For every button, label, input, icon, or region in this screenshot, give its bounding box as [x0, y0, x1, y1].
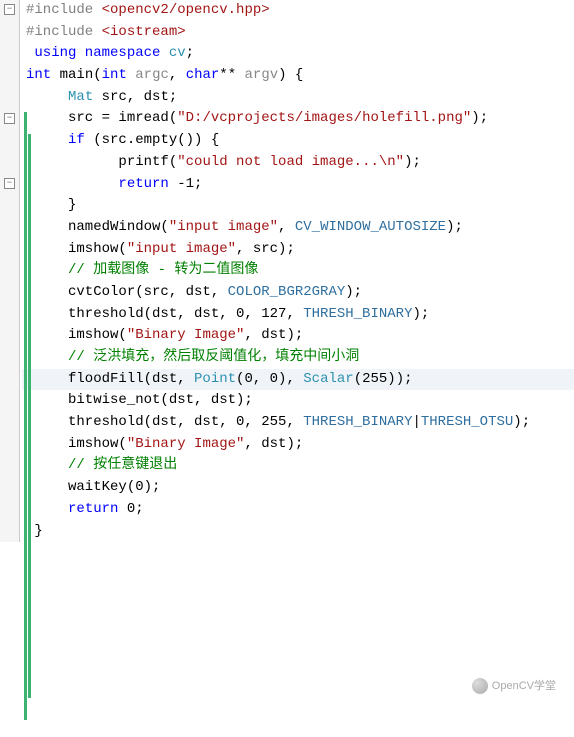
- code-line: #include <iostream>: [22, 22, 574, 44]
- code-line: int main(int argc, char** argv) {: [22, 65, 574, 87]
- watermark-text: OpenCV学堂: [492, 678, 556, 695]
- code-line: imshow("input image", src);: [22, 239, 574, 261]
- code-line: imshow("Binary Image", dst);: [22, 325, 574, 347]
- fold-marker[interactable]: −: [4, 113, 15, 124]
- code-line: src = imread("D:/vcprojects/images/holef…: [22, 108, 574, 130]
- code-line: return 0;: [22, 499, 574, 521]
- code-line: bitwise_not(dst, dst);: [22, 390, 574, 412]
- code-line: Mat src, dst;: [22, 87, 574, 109]
- code-line: printf("could not load image...\n");: [22, 152, 574, 174]
- code-line: #include <opencv2/opencv.hpp>: [22, 0, 574, 22]
- watermark-logo-icon: [472, 678, 488, 694]
- watermark: OpenCV学堂: [472, 678, 556, 695]
- code-line: // 按任意键退出: [22, 455, 574, 477]
- code-line: threshold(dst, dst, 0, 255, THRESH_BINAR…: [22, 412, 574, 434]
- code-editor: − − − #include <opencv2/opencv.hpp> #inc…: [0, 0, 574, 542]
- code-line: // 泛洪填充，然后取反阈值化，填充中间小洞: [22, 347, 574, 369]
- code-line: cvtColor(src, dst, COLOR_BGR2GRAY);: [22, 282, 574, 304]
- gutter: [0, 0, 20, 542]
- code-line-current: floodFill(dst, Point(0, 0), Scalar(255))…: [22, 369, 574, 391]
- code-line: }: [22, 195, 574, 217]
- indent-guide: [28, 134, 31, 698]
- code-line: waitKey(0);: [22, 477, 574, 499]
- code-line: using namespace cv;: [22, 43, 574, 65]
- code-line: namedWindow("input image", CV_WINDOW_AUT…: [22, 217, 574, 239]
- fold-marker[interactable]: −: [4, 178, 15, 189]
- code-line: threshold(dst, dst, 0, 127, THRESH_BINAR…: [22, 304, 574, 326]
- indent-guide: [24, 112, 27, 720]
- code-line: return -1;: [22, 174, 574, 196]
- code-line: }: [22, 521, 574, 543]
- code-line: if (src.empty()) {: [22, 130, 574, 152]
- fold-marker[interactable]: −: [4, 4, 15, 15]
- code-line: imshow("Binary Image", dst);: [22, 434, 574, 456]
- code-line: // 加载图像 - 转为二值图像: [22, 260, 574, 282]
